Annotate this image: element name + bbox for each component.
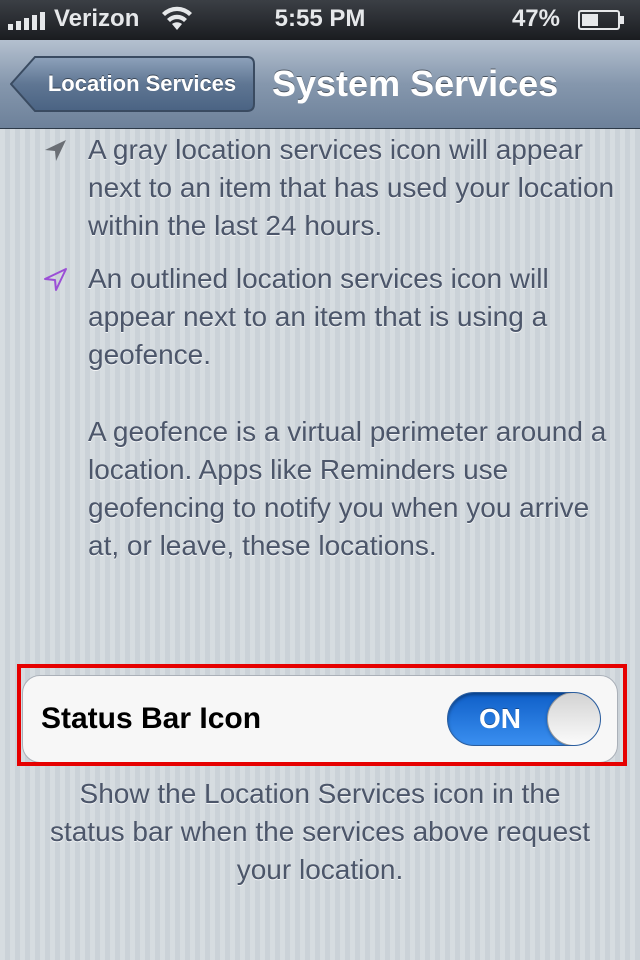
status-bar: Verizon 5:55 PM 47% [0, 0, 640, 40]
back-button-label: Location Services [47, 71, 237, 96]
status-bar-icon-row: Status Bar Icon ON [22, 675, 618, 763]
toggle-knob[interactable] [547, 693, 600, 745]
location-arrow-gray-icon [45, 140, 66, 161]
status-bar-icon-footer: Show the Location Services icon in the s… [49, 778, 591, 885]
toggle-state-label: ON [479, 703, 521, 734]
battery-percentage: 47% [511, 5, 560, 32]
geofence-explanation: A geofence is a virtual perimeter around… [88, 416, 607, 561]
gray-icon-explanation: A gray location services icon will appea… [88, 134, 615, 241]
status-bar-icon-toggle[interactable]: ON [447, 692, 601, 746]
navigation-bar: Location Services System Services [0, 40, 640, 129]
content-area: A gray location services icon will appea… [0, 129, 640, 960]
back-button[interactable]: Location Services [10, 55, 255, 113]
outlined-icon-explanation: An outlined location services icon will … [88, 263, 549, 370]
page-title: System Services [272, 63, 559, 104]
battery-icon [578, 10, 624, 30]
location-arrow-outline-icon [44, 268, 67, 291]
status-bar-icon-label: Status Bar Icon [41, 702, 262, 735]
